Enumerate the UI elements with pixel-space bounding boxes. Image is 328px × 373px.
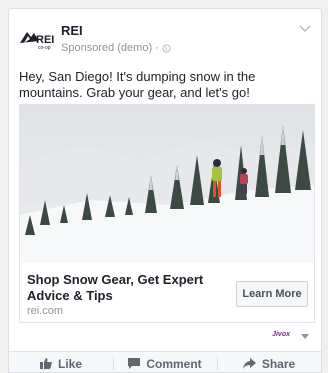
comment-button[interactable]: Comment: [113, 352, 217, 372]
post-header: REI co-op REI Sponsored (demo) ·: [9, 9, 321, 67]
action-bar: Like Comment Share: [9, 351, 321, 372]
globe-icon: [162, 43, 171, 53]
chevron-down-icon[interactable]: [299, 25, 311, 33]
ad-card: REI co-op REI Sponsored (demo) · Hey, Sa…: [8, 8, 322, 373]
caret-down-icon[interactable]: [301, 334, 309, 339]
comment-label: Comment: [146, 356, 202, 371]
sponsored-label: Sponsored (demo) ·: [61, 42, 159, 54]
like-button[interactable]: Like: [9, 352, 113, 372]
learn-more-button[interactable]: Learn More: [236, 281, 308, 307]
ad-meta-row: Jivox: [9, 327, 321, 345]
link-preview[interactable]: Shop Snow Gear, Get Expert Advice & Tips…: [19, 263, 315, 323]
share-label: Share: [261, 356, 296, 371]
comment-icon: [128, 358, 141, 369]
page-name-link[interactable]: REI: [61, 23, 83, 38]
thumbs-up-icon: [39, 358, 52, 369]
snow-scene-image: [20, 105, 314, 263]
brand-mark: Jivox: [272, 331, 290, 338]
like-label: Like: [57, 356, 82, 371]
sponsored-line: Sponsored (demo) ·: [61, 42, 171, 54]
link-domain: rei.com: [27, 305, 64, 317]
post-message: Hey, San Diego! It's dumping snow in the…: [19, 69, 256, 100]
ad-image[interactable]: [19, 104, 315, 264]
share-icon: [242, 358, 256, 369]
logo-subtext: co-op: [38, 45, 51, 51]
share-button[interactable]: Share: [217, 352, 321, 372]
link-title[interactable]: Shop Snow Gear, Get Expert Advice & Tips: [27, 272, 232, 304]
rei-logo[interactable]: REI co-op: [19, 23, 55, 51]
